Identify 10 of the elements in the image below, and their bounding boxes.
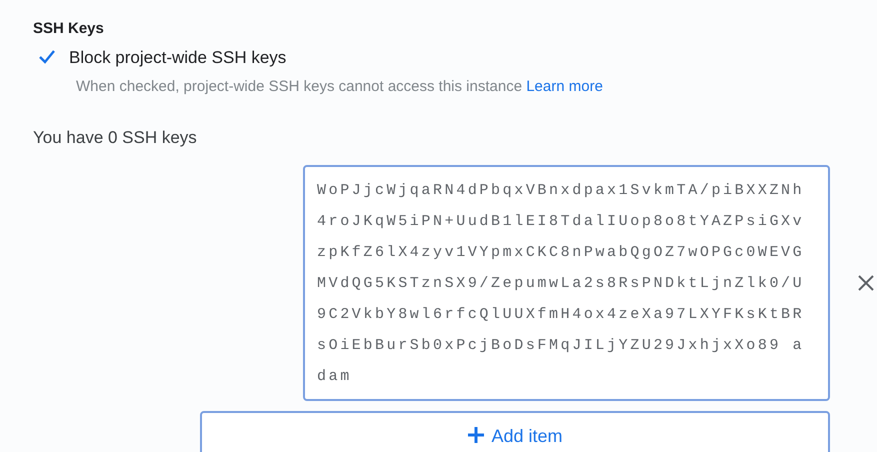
learn-more-link[interactable]: Learn more <box>526 78 603 95</box>
checkbox-label: Block project-wide SSH keys <box>69 46 286 68</box>
close-icon[interactable] <box>856 273 876 293</box>
ssh-key-field[interactable]: WoPJjcWjqaRN4dPbqxVBnxdpax1SvkmTA/piBXXZNh 4roJKqW5iPN+UudB1lEI8TdalIUop8o8tYAZPsiGXv zpKfZ6lX4zyv1VYpmxCKC8nPwabQgOZ7wOPGc0WEVG MVdQG5KSTznSX9/ZepumwLa2s8RsPNDktLjnZlk0/U 9C2VkbY8wl6rfcQlUUXfmH4ox4zeXa97LXYFKsKtBR sOiEbBurSb0xPcjBoDsFMqJILjYZU29JxhjxXo89 a dam <box>303 165 830 401</box>
key-count-text: You have 0 SSH keys <box>33 126 198 148</box>
plus-icon <box>467 426 486 444</box>
add-item-button[interactable]: Add item <box>200 411 830 452</box>
checkmark-icon <box>38 49 56 66</box>
help-text: When checked, project-wide SSH keys cannot access this instance <box>76 78 522 95</box>
section-title: SSH Keys <box>33 19 105 39</box>
